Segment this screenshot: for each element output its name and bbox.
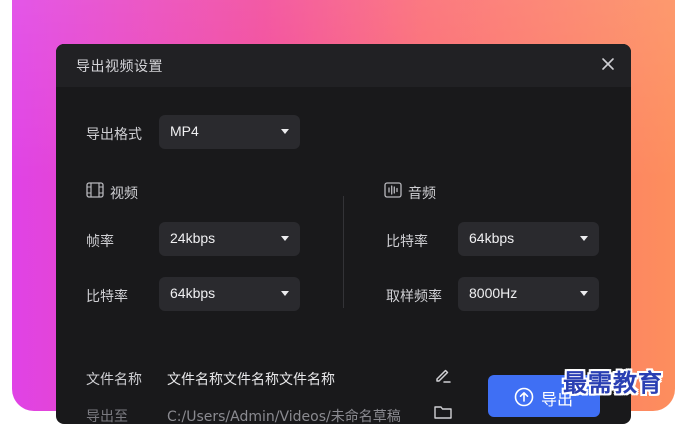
frame-rate-label: 帧率 xyxy=(86,234,114,250)
chevron-down-icon xyxy=(281,129,289,134)
sample-rate-value: 8000Hz xyxy=(469,285,518,301)
chevron-down-icon xyxy=(281,291,289,296)
upload-icon xyxy=(514,387,534,411)
waveform-icon xyxy=(384,182,402,202)
folder-icon[interactable] xyxy=(434,404,452,420)
watermark-logo: 最需教育 xyxy=(563,368,663,397)
audio-bitrate-label: 比特率 xyxy=(386,234,428,250)
frame-rate-select[interactable]: 24kbps xyxy=(159,222,300,256)
edit-icon[interactable] xyxy=(434,366,452,384)
audio-section-label: 音频 xyxy=(408,186,436,202)
format-value: MP4 xyxy=(170,123,199,139)
dialog-titlebar: 导出视频设置 xyxy=(56,44,631,87)
video-bitrate-select[interactable]: 64kbps xyxy=(159,277,300,311)
export-path-value: C:/Users/Admin/Videos/未命名草稿 xyxy=(167,409,401,424)
video-bitrate-label: 比特率 xyxy=(86,289,128,305)
video-bitrate-value: 64kbps xyxy=(170,285,216,301)
format-label: 导出格式 xyxy=(86,127,142,143)
format-select[interactable]: MP4 xyxy=(159,115,300,149)
chevron-down-icon xyxy=(580,236,588,241)
export-video-dialog: 导出视频设置 导出格式 MP4 视频 帧率 24kbps 比特率 64kbps xyxy=(56,44,631,424)
video-section-label: 视频 xyxy=(110,186,138,202)
chevron-down-icon xyxy=(281,236,289,241)
file-name-label: 文件名称 xyxy=(86,372,142,388)
sample-rate-select[interactable]: 8000Hz xyxy=(458,277,599,311)
file-name-value: 文件名称文件名称文件名称 xyxy=(167,372,335,388)
export-path-label: 导出至 xyxy=(86,409,128,424)
film-icon xyxy=(86,182,104,202)
close-icon[interactable] xyxy=(599,55,617,73)
frame-rate-value: 24kbps xyxy=(170,230,216,246)
audio-bitrate-select[interactable]: 64kbps xyxy=(458,222,599,256)
audio-bitrate-value: 64kbps xyxy=(469,230,515,246)
chevron-down-icon xyxy=(580,291,588,296)
sample-rate-label: 取样频率 xyxy=(386,289,442,305)
dialog-title: 导出视频设置 xyxy=(76,59,163,75)
section-divider xyxy=(343,196,344,308)
